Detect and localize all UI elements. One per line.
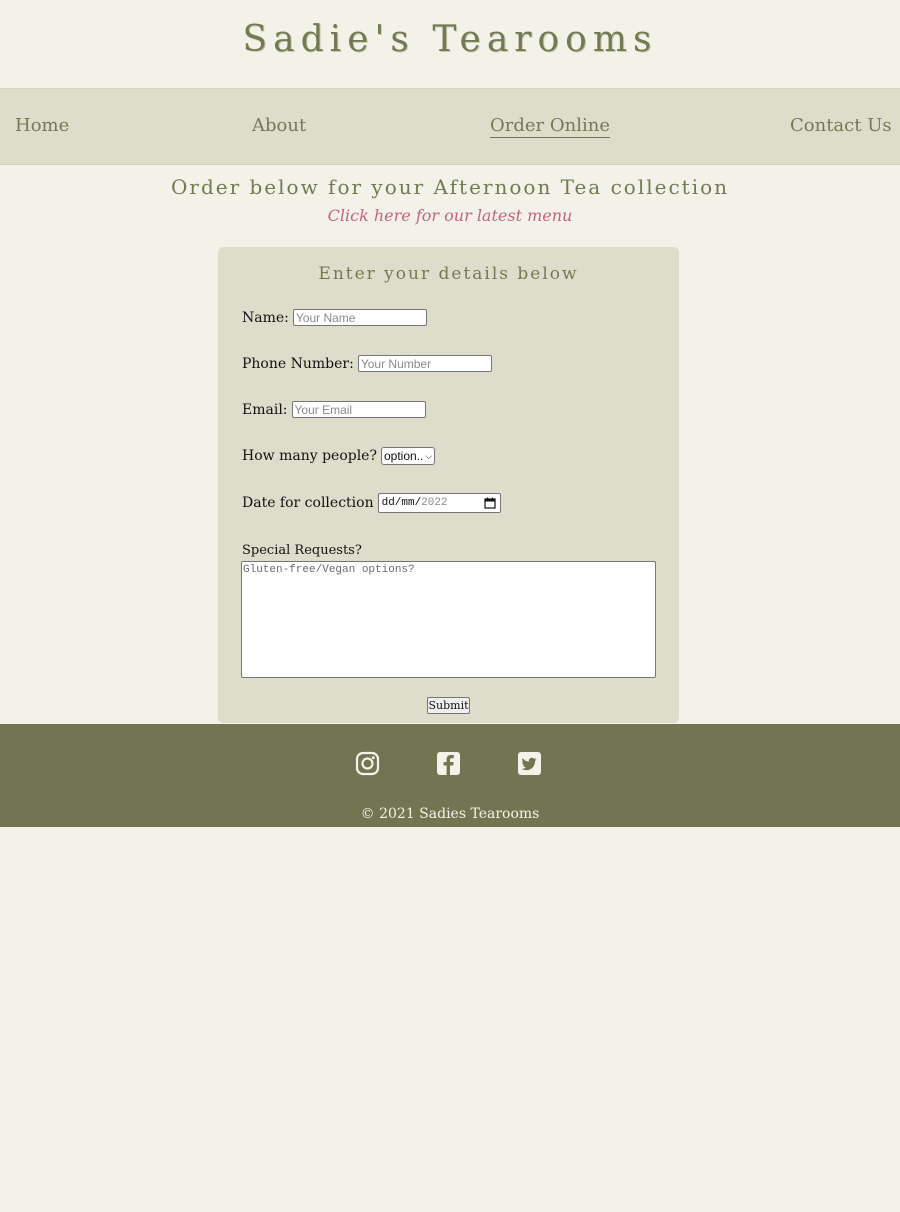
calendar-icon[interactable] xyxy=(483,497,496,509)
people-select-value: option.. xyxy=(383,449,424,463)
email-input[interactable] xyxy=(291,401,426,418)
intro-section: Order below for your Afternoon Tea colle… xyxy=(0,165,900,226)
phone-label: Phone Number: xyxy=(242,355,354,372)
email-label: Email: xyxy=(242,401,288,418)
nav-link-home[interactable]: Home xyxy=(15,115,69,136)
facebook-icon[interactable] xyxy=(436,751,461,776)
twitter-icon[interactable] xyxy=(517,751,542,776)
intro-heading: Order below for your Afternoon Tea colle… xyxy=(170,175,730,199)
nav-link-about[interactable]: About xyxy=(252,115,306,136)
special-requests-textarea[interactable] xyxy=(241,561,656,678)
people-label: How many people? xyxy=(242,448,377,464)
submit-button[interactable]: Submit xyxy=(427,697,470,714)
menu-link[interactable]: Click here for our latest menu xyxy=(328,206,573,226)
date-year: 2022 xyxy=(421,497,448,509)
phone-input[interactable] xyxy=(357,355,492,372)
nav-link-order-online[interactable]: Order Online xyxy=(490,115,610,138)
people-row: How many people? option.. ⌵ xyxy=(242,447,436,465)
name-label: Name: xyxy=(242,309,289,326)
copyright-text: © 2021 Sadies Tearooms xyxy=(360,806,540,822)
email-row: Email: xyxy=(242,401,426,418)
site-title: Sadie's Tearooms xyxy=(242,18,658,60)
date-label: Date for collection xyxy=(242,495,374,511)
name-input[interactable] xyxy=(292,309,427,326)
name-row: Name: xyxy=(242,309,427,326)
form-heading: Enter your details below xyxy=(318,264,579,284)
main-nav: Home About Order Online Contact Us xyxy=(0,88,900,165)
order-form: Enter your details below Name: Phone Num… xyxy=(218,247,679,723)
special-requests-label: Special Requests? xyxy=(242,543,362,558)
chevron-down-icon: ⌵ xyxy=(425,450,433,461)
site-header: Sadie's Tearooms xyxy=(0,0,900,88)
instagram-icon[interactable] xyxy=(355,751,380,776)
site-footer: © 2021 Sadies Tearooms xyxy=(0,724,900,827)
people-select[interactable]: option.. ⌵ xyxy=(380,447,436,465)
nav-link-contact-us[interactable]: Contact Us xyxy=(790,115,892,136)
date-row: Date for collection dd/mm/ 2022 xyxy=(242,493,501,513)
date-input[interactable]: dd/mm/ 2022 xyxy=(377,493,501,513)
phone-row: Phone Number: xyxy=(242,355,492,372)
date-day-month: dd/mm/ xyxy=(381,497,422,509)
